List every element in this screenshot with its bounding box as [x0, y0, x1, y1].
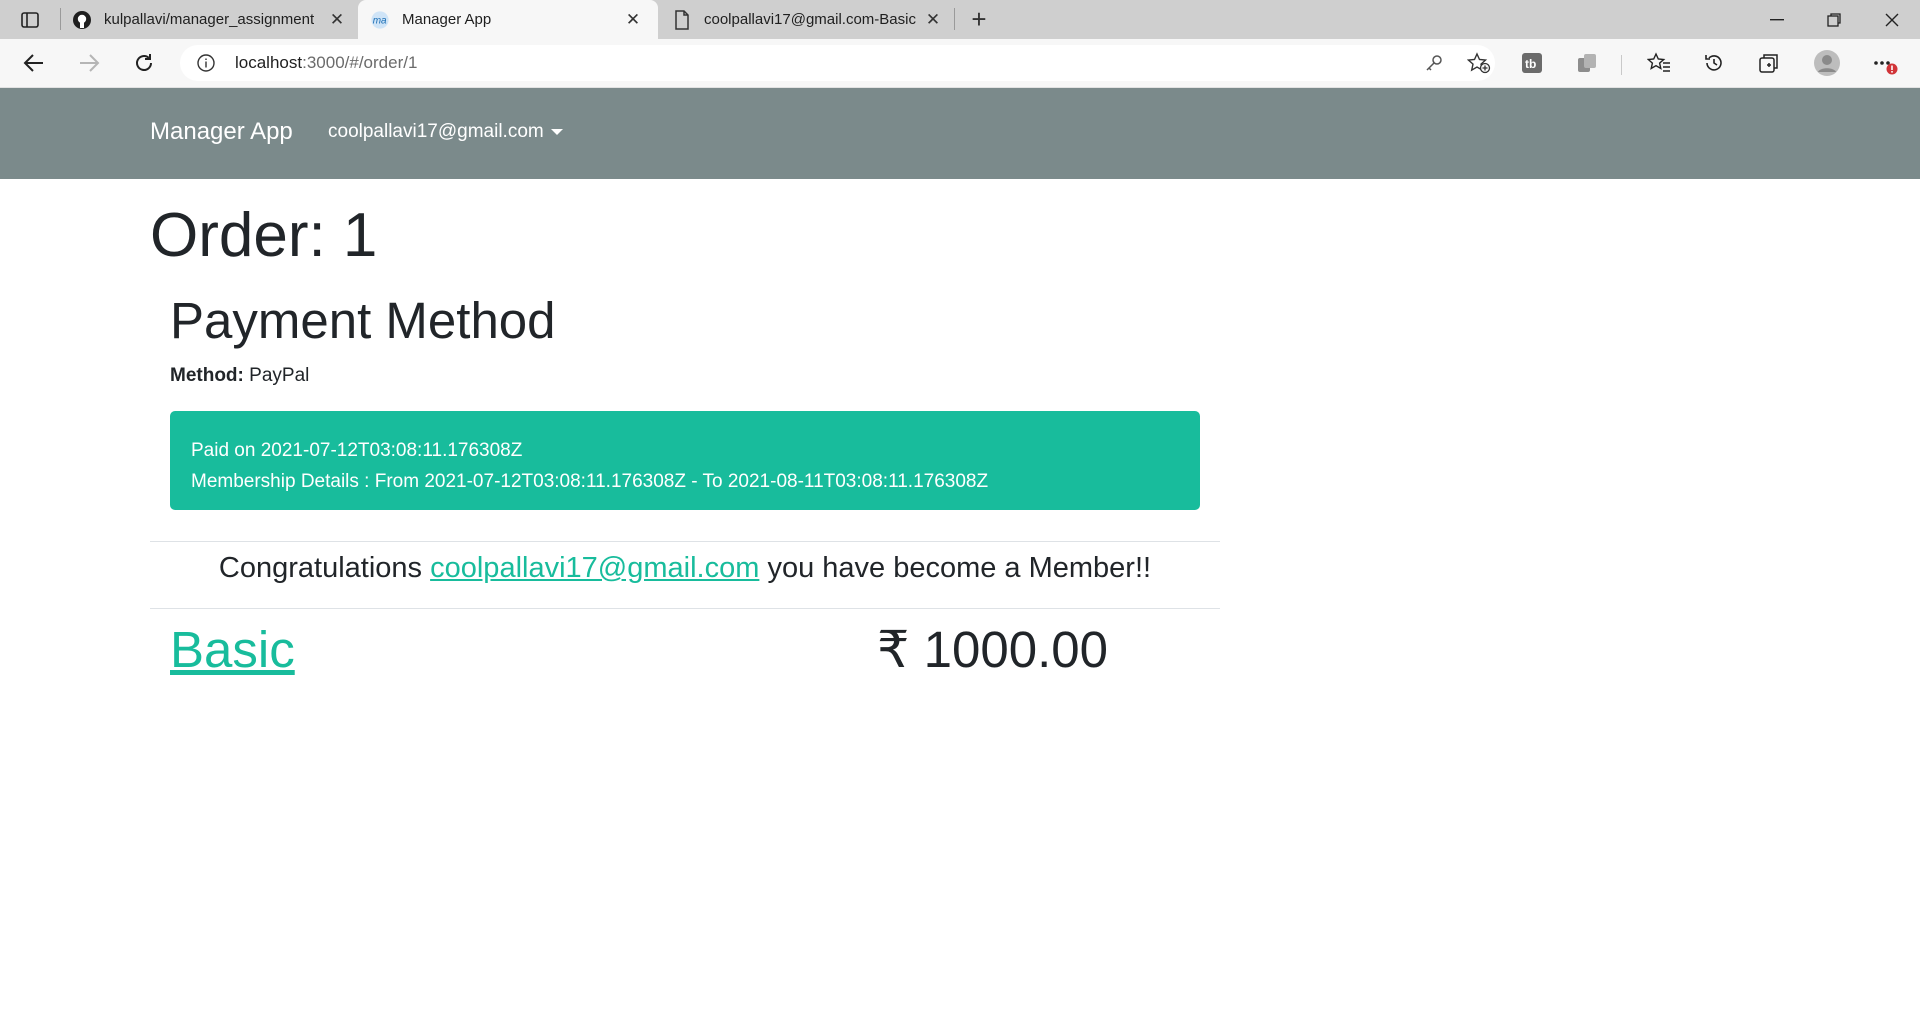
- restore-icon[interactable]: [1806, 0, 1862, 39]
- more-menu-icon[interactable]: [1867, 46, 1901, 80]
- back-icon[interactable]: [17, 46, 51, 80]
- extension-copy-icon[interactable]: [1570, 46, 1604, 80]
- tab-divider: [954, 8, 955, 30]
- membership-details-text: Membership Details : From 2021-07-12T03:…: [191, 471, 989, 492]
- plan-link[interactable]: Basic: [170, 620, 295, 679]
- reload-icon[interactable]: [127, 46, 161, 80]
- favorites-icon[interactable]: [1642, 46, 1676, 80]
- manager-app-icon: ma: [370, 10, 390, 30]
- forward-icon[interactable]: [72, 46, 106, 80]
- user-dropdown[interactable]: coolpallavi17@gmail.com: [328, 121, 563, 143]
- tab-document[interactable]: coolpallavi17@gmail.com-Basic ✕: [660, 0, 952, 39]
- tab-manager-app[interactable]: ma Manager App ✕: [358, 0, 658, 39]
- tab-title: coolpallavi17@gmail.com-Basic: [704, 11, 916, 28]
- divider: [150, 608, 1220, 609]
- key-icon[interactable]: [1417, 46, 1451, 80]
- tab-close-icon[interactable]: ✕: [326, 9, 348, 31]
- browser-tab-strip: kulpallavi/manager_assignment ✕ ma Manag…: [0, 0, 1920, 39]
- url-path: :3000/#/order/1: [302, 53, 418, 72]
- congrats-suffix: you have become a Member!!: [767, 552, 1152, 584]
- payment-method-heading: Payment Method: [170, 292, 556, 349]
- svg-text:ma: ma: [373, 15, 387, 26]
- toolbar-separator: [1621, 55, 1622, 75]
- chevron-down-icon: [550, 129, 563, 135]
- order-price: ₹ 1000.00: [877, 621, 1108, 678]
- tab-close-icon[interactable]: ✕: [922, 9, 944, 31]
- close-window-icon[interactable]: [1864, 0, 1920, 39]
- github-icon: [72, 10, 92, 30]
- tab-title: Manager App: [402, 11, 492, 28]
- congrats-prefix: Congratulations: [218, 552, 423, 584]
- payment-success-alert: Paid on 2021-07-12T03:08:11.176308Z Memb…: [170, 411, 1200, 510]
- browser-toolbar: localhost:3000/#/order/1 tb: [0, 39, 1920, 88]
- address-bar[interactable]: localhost:3000/#/order/1: [180, 45, 1495, 81]
- url-text[interactable]: localhost:3000/#/order/1: [235, 53, 417, 73]
- tab-title: kulpallavi/manager_assignment: [104, 11, 315, 28]
- site-info-icon[interactable]: [196, 53, 216, 73]
- page-title: Order: 1: [150, 201, 378, 270]
- user-email: coolpallavi17@gmail.com: [328, 121, 544, 142]
- paid-on-text: Paid on 2021-07-12T03:08:11.176308Z: [191, 440, 523, 461]
- history-icon[interactable]: [1697, 46, 1731, 80]
- url-host: localhost: [235, 53, 303, 72]
- payment-method-line: Method: PayPal: [170, 365, 309, 387]
- document-icon: [672, 9, 692, 30]
- collections-icon[interactable]: [1752, 46, 1786, 80]
- tab-actions-icon[interactable]: [10, 5, 50, 35]
- extension-tb-icon[interactable]: tb: [1515, 46, 1549, 80]
- new-tab-icon[interactable]: +: [964, 4, 994, 34]
- add-favorite-icon[interactable]: [1462, 46, 1496, 80]
- tab-close-icon[interactable]: ✕: [622, 9, 644, 31]
- method-label: Method:: [170, 365, 244, 386]
- congratulations-message: Congratulations coolpallavi17@gmail.com …: [150, 552, 1220, 585]
- tab-github[interactable]: kulpallavi/manager_assignment ✕: [60, 0, 356, 39]
- divider: [150, 541, 1220, 542]
- svg-text:tb: tb: [1525, 57, 1536, 71]
- profile-avatar-icon[interactable]: [1810, 46, 1844, 80]
- member-email-link[interactable]: coolpallavi17@gmail.com: [430, 552, 759, 584]
- method-value: PayPal: [249, 365, 310, 386]
- app-navbar: Manager App coolpallavi17@gmail.com: [0, 88, 1920, 179]
- brand-link[interactable]: Manager App: [150, 118, 293, 146]
- minimize-icon[interactable]: [1749, 0, 1805, 39]
